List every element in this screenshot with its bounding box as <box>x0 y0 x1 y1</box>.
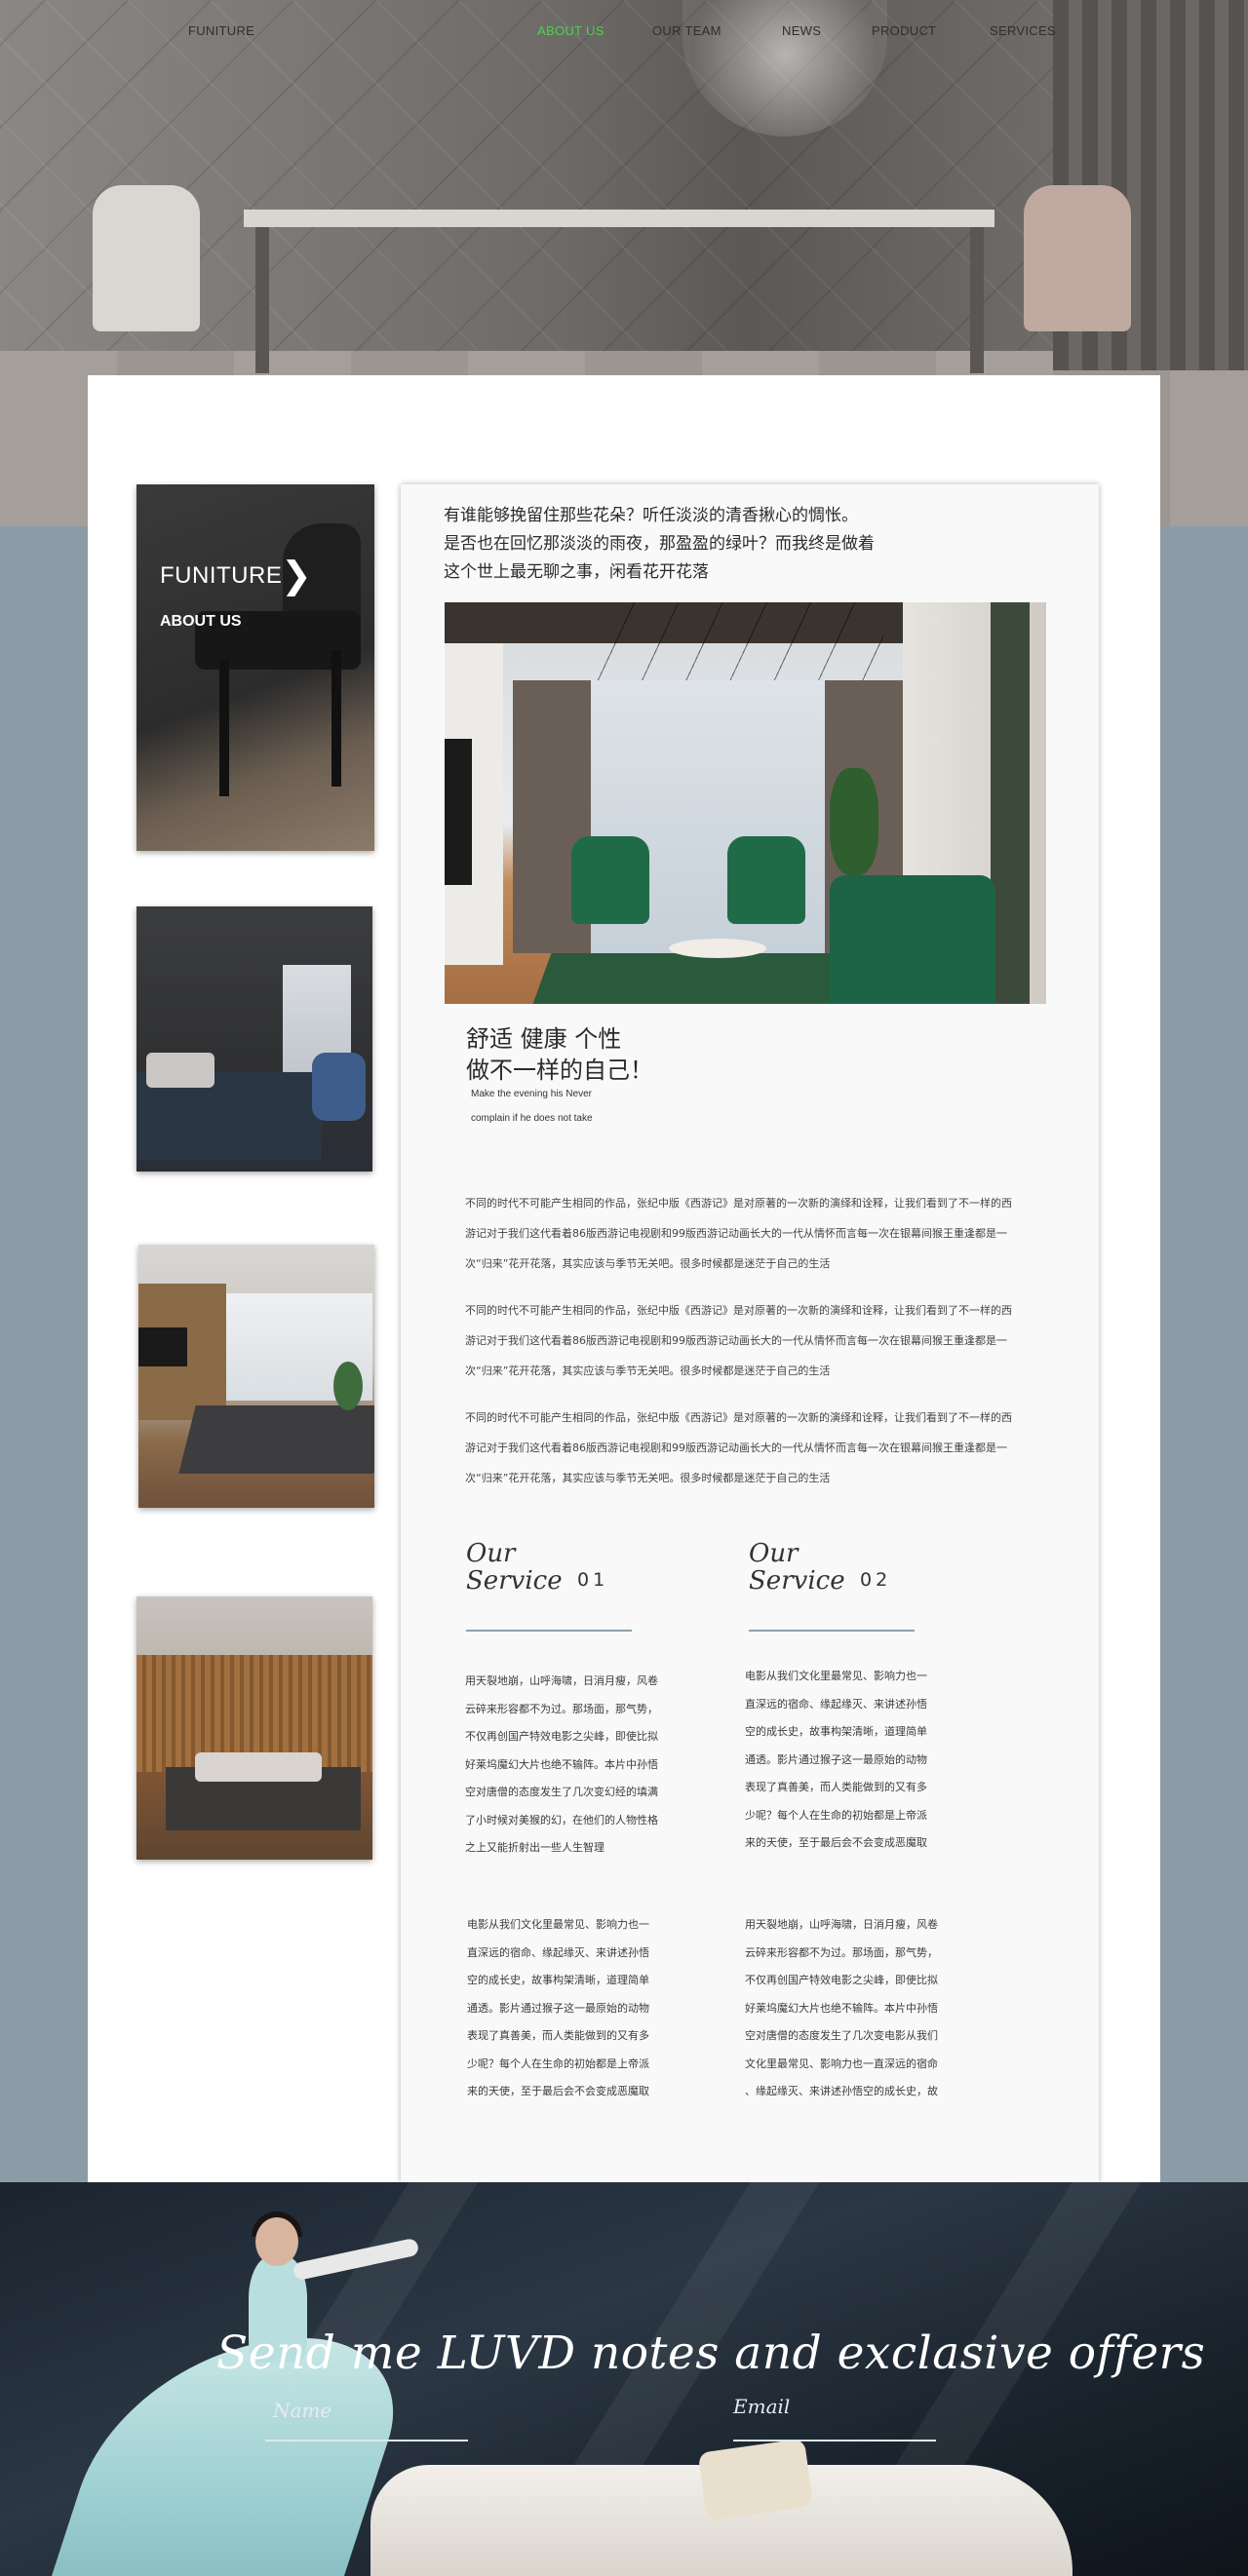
bedroom-slat-image <box>136 1596 372 1860</box>
name-field[interactable] <box>265 2416 468 2441</box>
intro-text: 有谁能够挽留住那些花朵？听任淡淡的清香揪心的惆怅。 是否也在回忆那淡淡的雨夜，那… <box>444 506 875 582</box>
bedroom-dark-image <box>136 906 372 1172</box>
hero-table <box>244 210 994 227</box>
service-divider <box>749 1630 915 1632</box>
hero-table-leg <box>970 227 984 373</box>
headline: 舒适 健康 个性 做不一样的自己！ <box>466 1025 653 1084</box>
card-subtitle[interactable]: ABOUT US <box>160 613 242 631</box>
email-label: Email <box>733 2395 791 2418</box>
card-title: FUNITURE <box>160 562 283 589</box>
body-paragraph: 不同的时代不可能产生相同的作品，张纪中版《西游记》是对原著的一次新的演绎和诠释，… <box>465 1304 1012 1377</box>
newsletter-title: Send me LUVD notes and exclasive offers <box>216 2326 1206 2380</box>
service-heading-2: Our Service 02 <box>749 1539 892 1596</box>
nav-item-our-team[interactable]: OUR TEAM <box>652 23 722 38</box>
nav-item-news[interactable]: NEWS <box>782 23 821 38</box>
service-text: 用天裂地崩，山呼海啸，日消月瘦，风卷 云碎来形容都不为过。那场面，那气势， 不仅… <box>465 1674 658 1854</box>
body-paragraph: 不同的时代不可能产生相同的作品，张纪中版《西游记》是对原著的一次新的演绎和诠释，… <box>465 1197 1012 1270</box>
headline-sub: Make the evening his Never <box>471 1089 592 1099</box>
hero-chair <box>93 185 200 331</box>
nav-item-product[interactable]: PRODUCT <box>872 23 936 38</box>
service-text: 电影从我们文化里最常见、影响力也一 直深远的宿命、缘起缘灭、来讲述孙悟 空的成长… <box>467 1918 649 2097</box>
nav-item-funiture[interactable]: FUNITURE <box>188 23 254 38</box>
chevron-right-icon[interactable]: ❯ <box>281 557 312 594</box>
nav-item-services[interactable]: SERVICES <box>990 23 1056 38</box>
content-card: 有谁能够挽留住那些花朵？听任淡淡的清香揪心的惆怅。 是否也在回忆那淡淡的雨夜，那… <box>401 484 1099 2183</box>
service-text: 用天裂地崩，山呼海啸，日消月瘦，风卷 云碎来形容都不为过。那场面，那气势， 不仅… <box>745 1918 938 2097</box>
main-nav: FUNITURE ABOUT US OUR TEAM NEWS PRODUCT … <box>0 23 1248 53</box>
newsletter-section: Send me LUVD notes and exclasive offers … <box>0 2182 1248 2576</box>
service-divider <box>466 1630 632 1632</box>
bedroom-wood-image <box>138 1245 374 1508</box>
nav-item-about-us[interactable]: ABOUT US <box>537 23 604 38</box>
hero-table-leg <box>255 227 269 373</box>
headline-sub: complain if he does not take <box>471 1113 593 1124</box>
hero-chair <box>1024 185 1131 331</box>
living-room-image <box>445 602 1046 1004</box>
email-field[interactable] <box>733 2416 936 2441</box>
body-paragraph: 不同的时代不可能产生相同的作品，张纪中版《西游记》是对原著的一次新的演绎和诠释，… <box>465 1411 1012 1484</box>
funiture-about-card[interactable]: FUNITURE ❯ ABOUT US <box>136 484 374 851</box>
service-heading-1: Our Service 01 <box>466 1539 609 1596</box>
service-text: 电影从我们文化里最常见、影响力也一 直深远的宿命、缘起缘灭、来讲述孙悟 空的成长… <box>745 1670 927 1849</box>
